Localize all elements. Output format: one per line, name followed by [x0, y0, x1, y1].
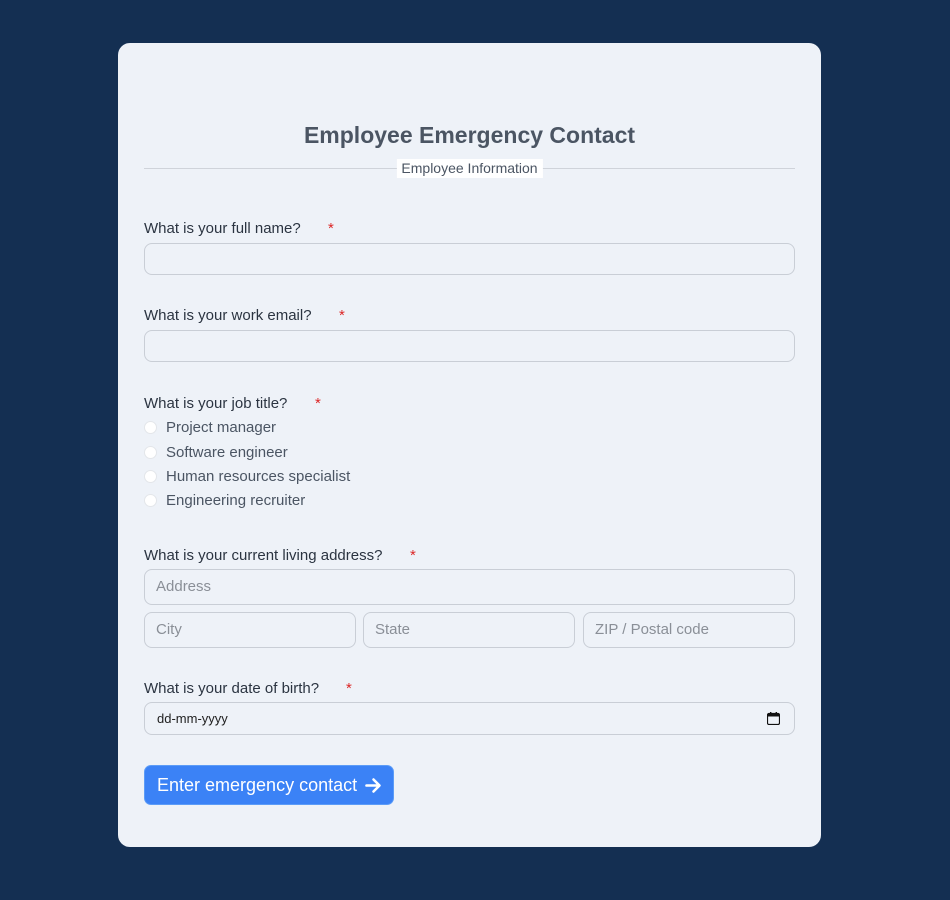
dob-value: dd-mm-yyyy: [157, 711, 228, 726]
radio-button[interactable]: [144, 421, 157, 434]
job-title-label: What is your job title?: [144, 395, 288, 412]
dob-label: What is your date of birth?: [144, 680, 320, 697]
submit-button[interactable]: Enter emergency contact: [144, 765, 395, 805]
state-input[interactable]: State: [363, 612, 575, 648]
full-name-required-mark: *: [328, 220, 334, 237]
section-divider: Employee Information: [144, 159, 795, 178]
radio-button[interactable]: [144, 470, 157, 483]
work-email-required-mark: *: [339, 307, 345, 324]
address-label: What is your current living address?: [144, 547, 383, 564]
work-email-input[interactable]: [144, 330, 795, 362]
section-label: Employee Information: [396, 159, 543, 178]
zip-input[interactable]: ZIP / Postal code: [583, 612, 795, 648]
calendar-icon[interactable]: [767, 712, 780, 725]
city-input[interactable]: City: [144, 612, 356, 648]
radio-button[interactable]: [144, 446, 157, 459]
radio-label: Project manager: [166, 419, 277, 436]
form-card: Employee Emergency Contact Employee Info…: [118, 43, 821, 847]
radio-label: Human resources specialist: [166, 468, 351, 485]
radio-label: Engineering recruiter: [166, 492, 306, 509]
submit-button-label: Enter emergency contact: [157, 774, 358, 795]
arrow-right-icon: [365, 777, 381, 793]
address-required-mark: *: [410, 547, 416, 564]
radio-button[interactable]: [144, 494, 157, 507]
radio-label: Software engineer: [166, 444, 288, 461]
dob-required-mark: *: [346, 680, 352, 697]
page-title: Employee Emergency Contact: [303, 122, 636, 148]
full-name-input[interactable]: [144, 243, 795, 275]
full-name-label: What is your full name?: [144, 220, 301, 237]
address-input[interactable]: Address: [144, 569, 795, 605]
dob-input[interactable]: dd-mm-yyyy: [144, 702, 795, 735]
work-email-label: What is your work email?: [144, 307, 312, 324]
job-title-required-mark: *: [315, 395, 321, 412]
